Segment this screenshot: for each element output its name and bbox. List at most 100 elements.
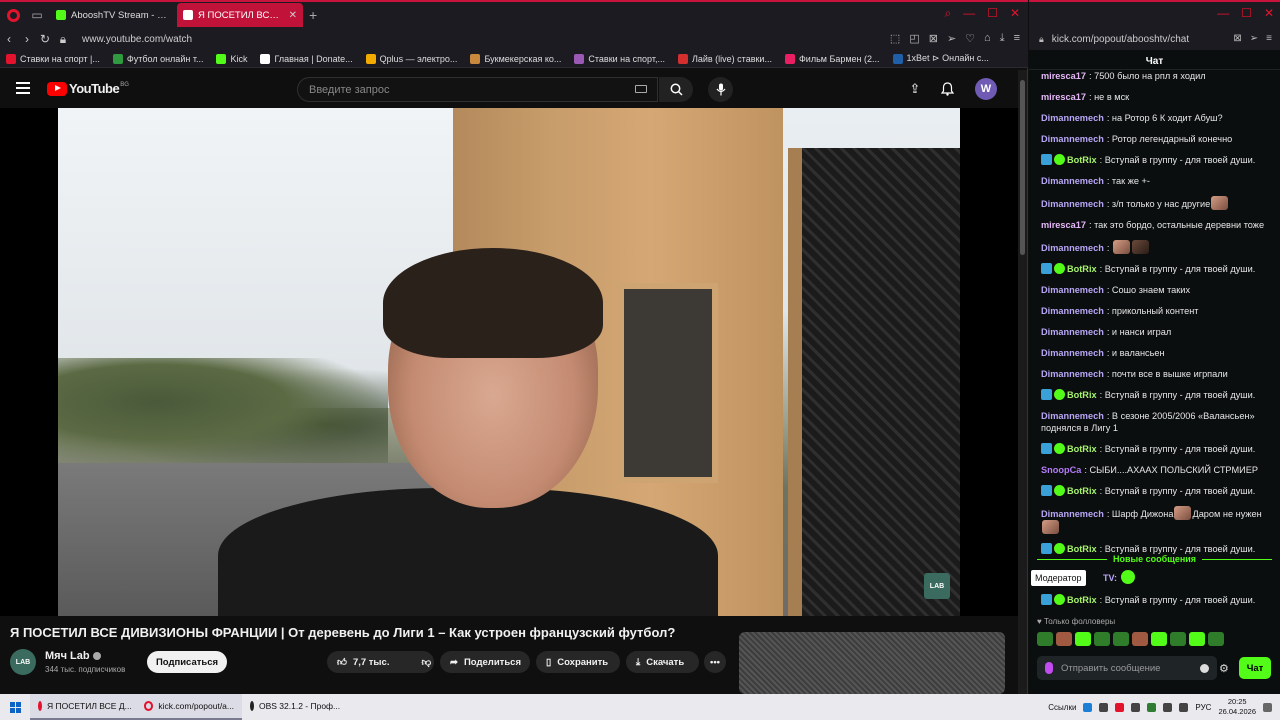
heart-icon[interactable]: ♡ [965, 32, 975, 45]
bookmark-item[interactable]: Букмекерская ко... [470, 53, 561, 64]
search-tabs-icon[interactable]: ⌕ [944, 6, 951, 21]
ad-panel[interactable] [739, 632, 1005, 694]
tab-youtube-video[interactable]: Я ПОСЕТИЛ ВСЕ ДИВ ✕ [177, 3, 303, 27]
chat-username[interactable]: Dimannemech [1041, 348, 1104, 358]
subscribe-button[interactable]: Подписаться [147, 651, 227, 673]
emote-icon[interactable] [1056, 632, 1072, 646]
chat-message-input[interactable]: Отправить сообщение [1037, 656, 1217, 680]
chat-username[interactable]: Dimannemech [1041, 369, 1104, 379]
bookmark-item[interactable]: Лайв (live) ставки... [677, 53, 772, 64]
emote-icon[interactable] [1151, 632, 1167, 646]
search-input[interactable]: Введите запрос [297, 77, 658, 102]
reload-icon[interactable]: ↻ [36, 32, 54, 46]
tab-islands-icon[interactable]: ▭ [26, 8, 48, 22]
tray-app-icon[interactable] [1099, 702, 1109, 712]
minimize-icon[interactable]: — [963, 6, 975, 21]
minimize-icon[interactable]: — [1217, 6, 1229, 20]
page-scrollbar[interactable] [1018, 70, 1027, 694]
chat-username[interactable]: Dimannemech [1041, 306, 1104, 316]
menu-icon[interactable]: ≡ [1266, 33, 1272, 44]
emote-icon[interactable] [1037, 632, 1053, 646]
bookmark-item[interactable]: Фильм Бармен (2... [784, 53, 880, 64]
emote-icon[interactable] [1075, 632, 1091, 646]
adblock-icon[interactable]: ⊠ [929, 32, 938, 45]
chat-message-list[interactable]: miresca17: 7500 было на рпл я ходил mires… [1029, 70, 1280, 618]
emote-icon[interactable] [1189, 632, 1205, 646]
tray-app-icon[interactable] [1115, 702, 1125, 712]
youtube-logo[interactable]: YouTube BG [47, 81, 129, 96]
taskbar-app-button[interactable]: Я ПОСЕТИЛ ВСЕ Д... [30, 694, 136, 720]
chat-username[interactable]: BotRix [1067, 264, 1097, 274]
more-actions-button[interactable]: ••• [704, 651, 726, 673]
channel-name[interactable]: Мяч Lab [45, 650, 101, 662]
send-icon[interactable]: ➢ [947, 32, 956, 45]
extension-icon[interactable]: ⬚ [890, 32, 900, 45]
chat-settings-gear-icon[interactable]: ⚙ [1219, 662, 1229, 675]
chat-username[interactable]: Dimannemech [1041, 243, 1104, 253]
chat-username[interactable]: Dimannemech [1041, 285, 1104, 295]
start-button[interactable] [0, 701, 30, 713]
bookmark-item[interactable]: Главная | Donate... [260, 53, 353, 64]
notifications-icon[interactable] [1263, 702, 1272, 712]
new-messages-divider[interactable]: Новые сообщения [1037, 552, 1273, 566]
chat-username[interactable]: BotRix [1067, 444, 1097, 454]
share-button[interactable]: ➦ Поделиться [440, 651, 530, 673]
bookmark-item[interactable]: Ставки на спорт |... [6, 53, 100, 64]
menu-icon[interactable]: ≡ [1014, 32, 1020, 45]
tab-kick-stream[interactable]: AbooshTV Stream - Watch [50, 3, 175, 27]
chat-username[interactable]: miresca17 [1041, 71, 1086, 81]
user-avatar[interactable]: W [975, 78, 997, 100]
bookmark-item[interactable]: Футбол онлайн т... [112, 53, 203, 64]
tray-app-icon[interactable] [1083, 702, 1093, 712]
send-icon[interactable]: ➢ [1250, 33, 1258, 44]
channel-watermark[interactable]: LAB [924, 573, 950, 599]
microphone-icon[interactable] [1045, 662, 1053, 674]
opera-logo-icon[interactable] [0, 2, 26, 28]
chat-username[interactable]: Dimannemech [1041, 113, 1104, 123]
bookmark-item[interactable]: Ставки на спорт,... [574, 53, 665, 64]
upload-icon[interactable]: ⇪ [906, 80, 924, 98]
download-icon[interactable]: ⤓ [1000, 32, 1005, 45]
back-icon[interactable]: ‹ [0, 32, 18, 46]
notifications-bell-icon[interactable] [938, 80, 956, 98]
maximize-icon[interactable]: ☐ [987, 6, 998, 21]
like-button[interactable]: 👍︎ 7,7 тыс. [327, 651, 399, 673]
emote-icon[interactable] [1208, 632, 1224, 646]
tray-app-icon[interactable] [1147, 702, 1157, 712]
chat-username[interactable]: BotRix [1067, 486, 1097, 496]
save-button[interactable]: ▯ Сохранить [536, 651, 620, 673]
chat-username-tail[interactable]: TV: [1103, 573, 1117, 583]
language-indicator[interactable]: РУС [1195, 703, 1211, 712]
channel-avatar[interactable]: LAB [10, 649, 36, 675]
bookmark-item[interactable]: Qplus — электро... [365, 53, 457, 64]
chat-username[interactable]: Dimannemech [1041, 176, 1104, 186]
chat-username[interactable]: Dimannemech [1041, 327, 1104, 337]
clock[interactable]: 20:25 26.04.2026 [1218, 697, 1256, 717]
chat-username[interactable]: BotRix [1067, 390, 1097, 400]
chat-url-text[interactable]: kick.com/popout/abooshtv/chat [1052, 34, 1189, 45]
chat-username[interactable]: miresca17 [1041, 92, 1086, 102]
taskbar-app-button[interactable]: OBS 32.1.2 - Проф... [242, 694, 348, 720]
send-chat-button[interactable]: Чат [1239, 657, 1271, 679]
chat-username[interactable]: SnoopCa [1041, 465, 1081, 475]
chat-username[interactable]: miresca17 [1041, 220, 1086, 230]
emoji-picker-icon[interactable] [1200, 663, 1209, 673]
chat-username[interactable]: BotRix [1067, 155, 1097, 165]
hamburger-menu-icon[interactable] [16, 82, 30, 94]
download-button[interactable]: ⤓ Скачать [626, 651, 699, 673]
emote-icon[interactable] [1170, 632, 1186, 646]
bookmark-item[interactable]: Kick [216, 53, 247, 64]
forward-icon[interactable]: › [18, 32, 36, 46]
video-player[interactable]: LAB [0, 108, 1018, 616]
emote-icon[interactable] [1113, 632, 1129, 646]
new-tab-plus-icon[interactable]: + [309, 7, 317, 23]
chat-username[interactable]: Dimannemech [1041, 134, 1104, 144]
chat-username[interactable]: BotRix [1067, 595, 1097, 605]
close-window-icon[interactable]: ✕ [1264, 6, 1274, 20]
emote-icon[interactable] [1094, 632, 1110, 646]
network-icon[interactable] [1163, 702, 1173, 712]
links-toolbar[interactable]: Ссылки [1048, 703, 1076, 712]
emote-icon[interactable] [1132, 632, 1148, 646]
maximize-icon[interactable]: ☐ [1241, 6, 1252, 20]
voice-search-button[interactable] [708, 77, 733, 102]
